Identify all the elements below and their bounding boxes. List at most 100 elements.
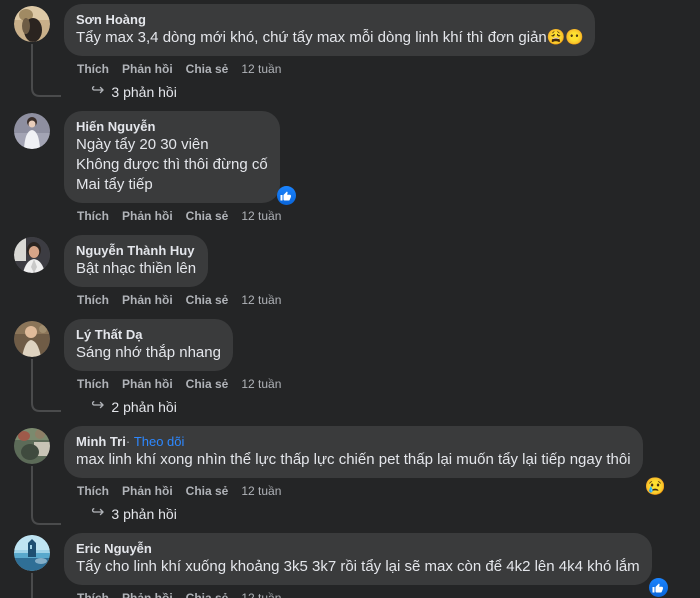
avatar-column xyxy=(14,426,62,525)
comment-item: Sơn Hoàng Tẩy max 3,4 dòng mới khó, chứ … xyxy=(0,4,700,100)
reply-button[interactable]: Phản hồi xyxy=(122,209,173,224)
avatar-column xyxy=(14,319,62,412)
trailing-emoji: 😩😶 xyxy=(546,29,584,46)
reply-button[interactable]: Phản hồi xyxy=(122,484,173,499)
comment-item: Eric Nguyễn Tẩy cho linh khí xuống khoản… xyxy=(0,533,700,598)
timestamp: 12 tuần xyxy=(241,293,282,307)
author-name[interactable]: Minh Tri xyxy=(76,434,126,449)
share-button[interactable]: Chia sẻ xyxy=(186,484,229,499)
comment-bubble: Eric Nguyễn Tẩy cho linh khí xuống khoản… xyxy=(64,533,668,597)
timestamp: 12 tuần xyxy=(241,484,282,498)
comment-actions: Thích Phản hồi Chia sẻ 12 tuần xyxy=(64,56,700,77)
comment-body: Nguyễn Thành Huy Bật nhạc thiền lên Thíc… xyxy=(62,235,700,308)
like-button[interactable]: Thích xyxy=(77,293,109,308)
comment-thread: Sơn Hoàng Tẩy max 3,4 dòng mới khó, chứ … xyxy=(0,0,700,598)
reaction-badge[interactable] xyxy=(648,578,668,597)
view-replies-label[interactable]: 3 phản hồi xyxy=(111,506,176,522)
timestamp: 12 tuần xyxy=(241,377,282,391)
thread-connector-line xyxy=(31,466,61,528)
author-follow-separator: · xyxy=(125,434,131,449)
avatar-column xyxy=(14,4,62,97)
comment-item: Nguyễn Thành Huy Bật nhạc thiền lên Thíc… xyxy=(0,235,700,308)
avatar[interactable] xyxy=(14,237,50,273)
share-button[interactable]: Chia sẻ xyxy=(186,377,229,392)
comment-text: Bật nhạc thiền lên xyxy=(76,260,197,277)
comment-actions: Thích Phản hồi Chia sẻ 12 tuần xyxy=(64,371,700,392)
comment-text: Ngày tẩy 20 30 viên Không được thì thôi … xyxy=(76,136,268,193)
thread-connector-line xyxy=(31,573,61,598)
like-button[interactable]: Thích xyxy=(77,209,109,224)
reply-arrow-icon: ↪ xyxy=(91,82,105,99)
share-button[interactable]: Chia sẻ xyxy=(186,62,229,77)
comment-text: Tẩy cho linh khí xuống khoảng 3k5 3k7 rồ… xyxy=(76,558,640,575)
follow-link[interactable]: Theo dõi xyxy=(134,434,185,449)
comment-item: Lý Thất Dạ Sáng nhớ thắp nhang Thích Phả… xyxy=(0,319,700,415)
avatar[interactable] xyxy=(14,6,50,42)
comment-actions: Thích Phản hồi Chia sẻ 12 tuần xyxy=(64,287,700,308)
comment-author[interactable]: Eric Nguyễn xyxy=(76,540,640,557)
comment-bubble: Nguyễn Thành Huy Bật nhạc thiền lên xyxy=(64,235,209,287)
comment-bubble: Minh Tri· Theo dõi max linh khí xong nhì… xyxy=(64,426,666,495)
like-icon xyxy=(276,186,296,205)
comment-body: Sơn Hoàng Tẩy max 3,4 dòng mới khó, chứ … xyxy=(62,4,700,100)
reply-arrow-icon: ↪ xyxy=(91,397,105,414)
like-button[interactable]: Thích xyxy=(77,377,109,392)
comment-author[interactable]: Hiến Nguyễn xyxy=(76,118,268,135)
comment-item: Minh Tri· Theo dõi max linh khí xong nhì… xyxy=(0,426,700,525)
avatar-column xyxy=(14,111,62,149)
view-replies-row[interactable]: ↪ 3 phản hồi xyxy=(64,499,700,523)
share-button[interactable]: Chia sẻ xyxy=(186,591,229,598)
reply-arrow-icon: ↪ xyxy=(91,504,105,521)
reply-button[interactable]: Phản hồi xyxy=(122,293,173,308)
share-button[interactable]: Chia sẻ xyxy=(186,209,229,224)
reply-button[interactable]: Phản hồi xyxy=(122,62,173,77)
timestamp: 12 tuần xyxy=(241,62,282,76)
avatar[interactable] xyxy=(14,535,50,571)
comment-author[interactable]: Sơn Hoàng xyxy=(76,11,583,28)
comment-text: max linh khí xong nhìn thể lực thấp lực … xyxy=(76,451,631,468)
like-button[interactable]: Thích xyxy=(77,591,109,598)
like-button[interactable]: Thích xyxy=(77,484,109,499)
sad-face-glyph: 😢 xyxy=(644,477,666,496)
comment-body: Minh Tri· Theo dõi max linh khí xong nhì… xyxy=(62,426,700,522)
comment-body: Hiến Nguyễn Ngày tẩy 20 30 viên Không đư… xyxy=(62,111,700,224)
timestamp: 12 tuần xyxy=(241,591,282,598)
comment-actions: Thích Phản hồi Chia sẻ 12 tuần xyxy=(64,478,700,499)
view-replies-label[interactable]: 2 phản hồi xyxy=(111,399,176,415)
avatar-column xyxy=(14,533,62,598)
timestamp: 12 tuần xyxy=(241,209,282,223)
share-button[interactable]: Chia sẻ xyxy=(186,293,229,308)
comment-body: Eric Nguyễn Tẩy cho linh khí xuống khoản… xyxy=(62,533,700,598)
comment-author[interactable]: Lý Thất Dạ xyxy=(76,326,221,343)
avatar[interactable] xyxy=(14,428,50,464)
avatar[interactable] xyxy=(14,113,50,149)
reaction-badge[interactable] xyxy=(276,186,296,205)
avatar[interactable] xyxy=(14,321,50,357)
sad-face-emoji: 😢 xyxy=(644,477,666,496)
comment-actions: Thích Phản hồi Chia sẻ 12 tuần xyxy=(64,203,700,224)
thread-connector-line xyxy=(31,359,61,415)
reply-button[interactable]: Phản hồi xyxy=(122,377,173,392)
comment-bubble: Lý Thất Dạ Sáng nhớ thắp nhang xyxy=(64,319,233,371)
comment-author: Minh Tri· Theo dõi xyxy=(76,433,631,450)
view-replies-row[interactable]: ↪ 3 phản hồi xyxy=(64,77,700,101)
comment-bubble: Hiến Nguyễn Ngày tẩy 20 30 viên Không đư… xyxy=(64,111,296,205)
view-replies-row[interactable]: ↪ 2 phản hồi xyxy=(64,392,700,416)
like-icon xyxy=(648,578,668,597)
avatar-column xyxy=(14,235,62,273)
view-replies-label[interactable]: 3 phản hồi xyxy=(111,84,176,100)
comment-text: Sáng nhớ thắp nhang xyxy=(76,344,221,361)
like-button[interactable]: Thích xyxy=(77,62,109,77)
comment-actions: Thích Phản hồi Chia sẻ 12 tuần xyxy=(64,585,700,598)
comment-item: Hiến Nguyễn Ngày tẩy 20 30 viên Không đư… xyxy=(0,111,700,224)
thread-connector-line xyxy=(31,44,61,100)
comment-author[interactable]: Nguyễn Thành Huy xyxy=(76,242,196,259)
reply-button[interactable]: Phản hồi xyxy=(122,591,173,598)
comment-text: Tẩy max 3,4 dòng mới khó, chứ tẩy max mỗ… xyxy=(76,29,584,46)
reaction-badge[interactable]: 😢 xyxy=(644,477,666,496)
